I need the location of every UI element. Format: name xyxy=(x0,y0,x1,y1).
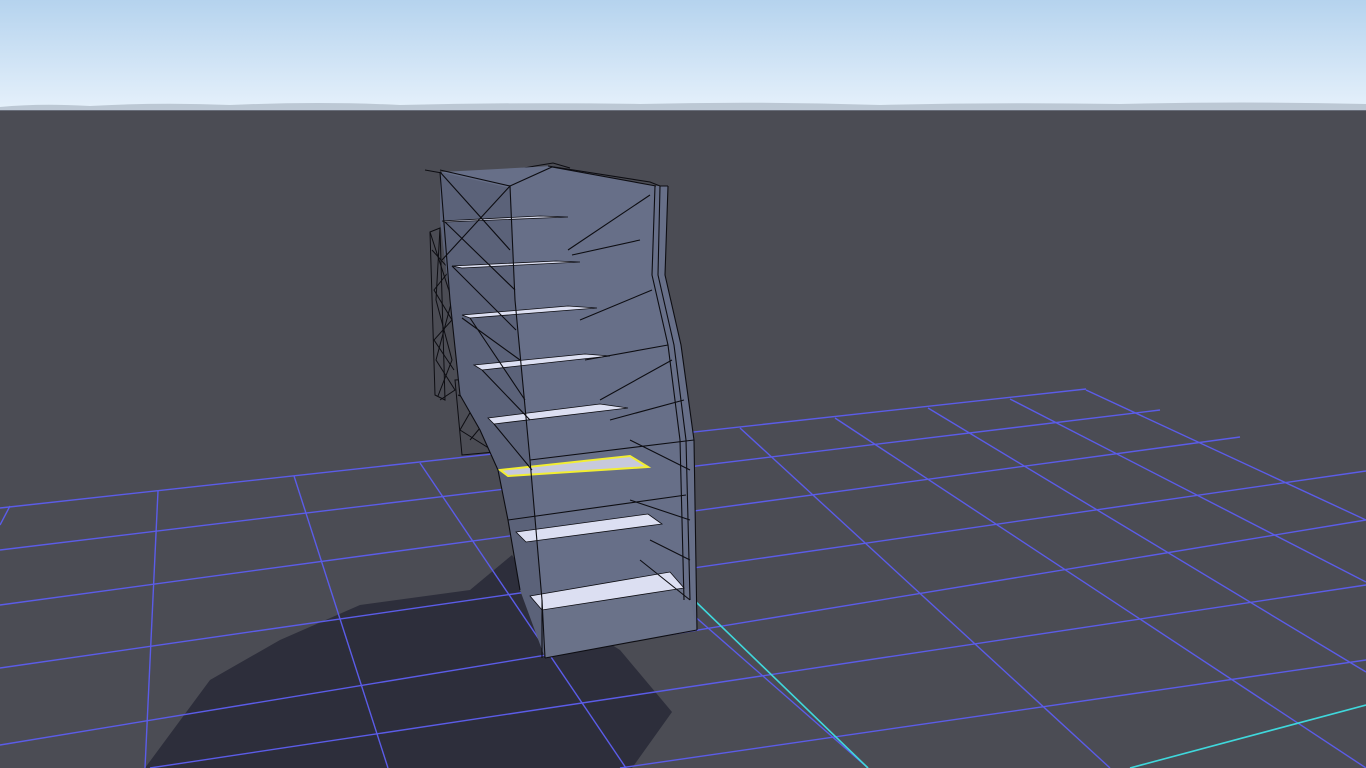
scene-canvas xyxy=(0,0,1366,768)
3d-viewport[interactable] xyxy=(0,0,1366,768)
sky xyxy=(0,0,1366,111)
